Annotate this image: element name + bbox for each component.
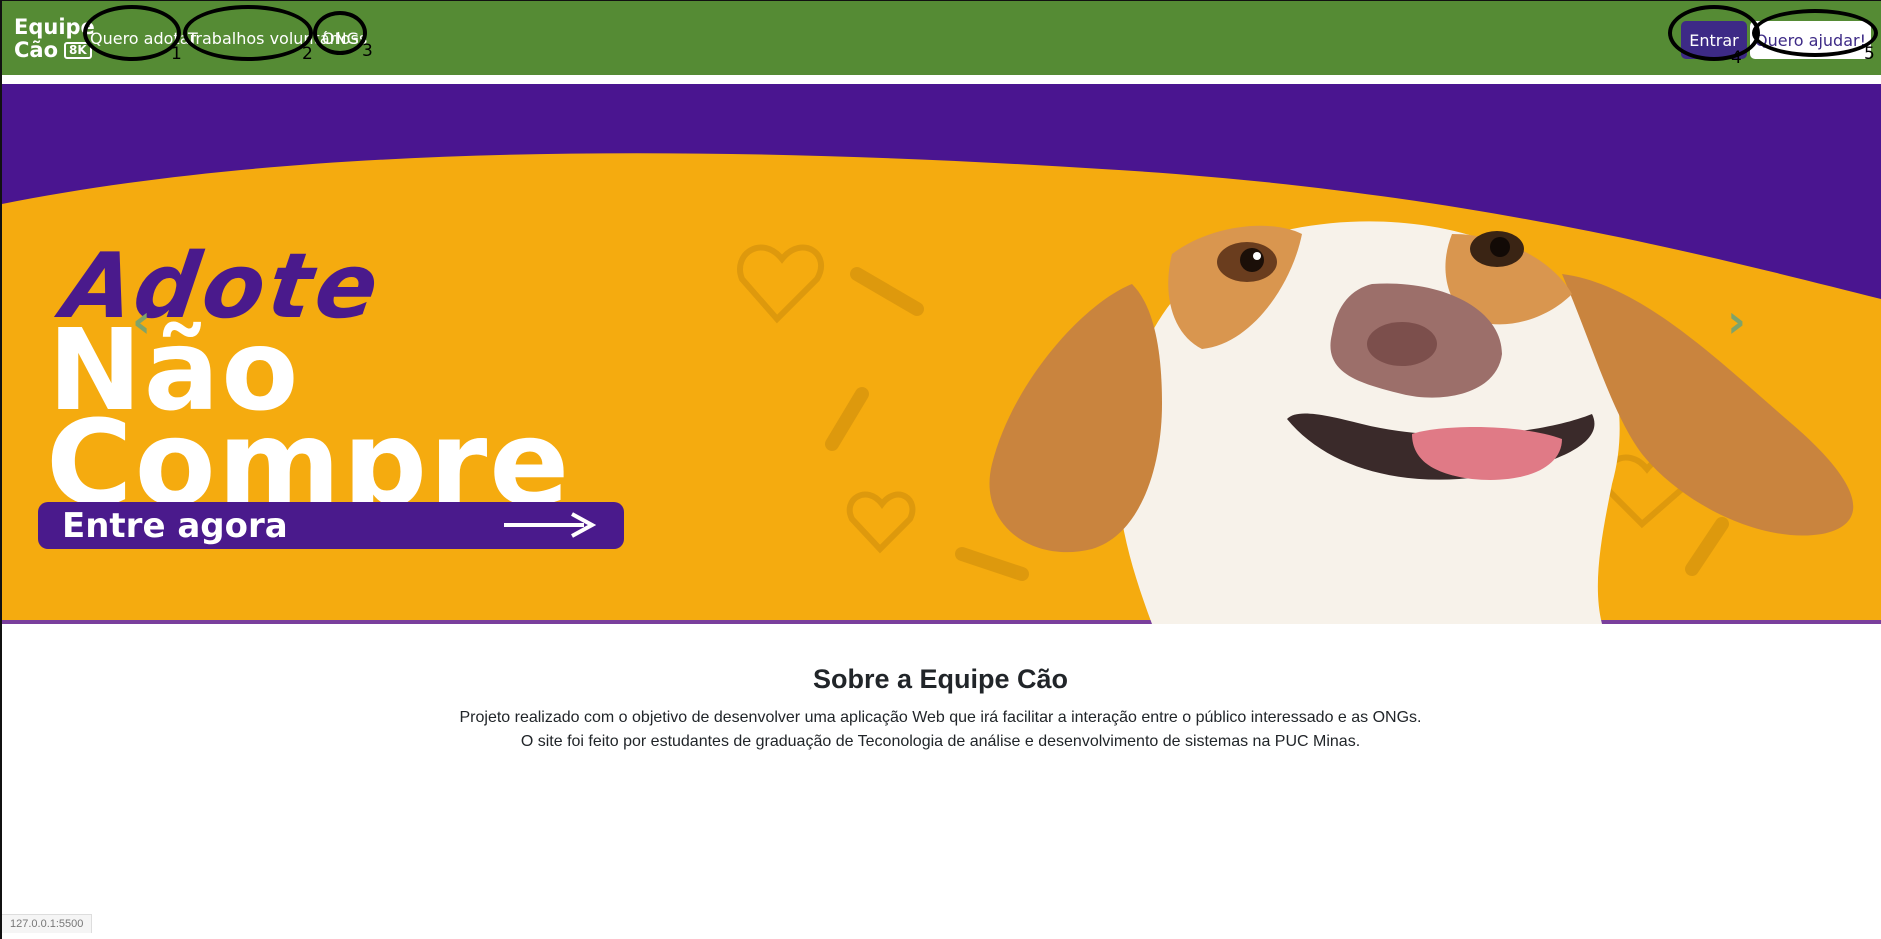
about-description-line2: O site foi feito por estudantes de gradu… [520,733,1361,750]
annotation-number-4: 4 [1731,48,1742,68]
brand-line2: Cão [14,38,59,62]
carousel-next-icon[interactable]: › [1727,294,1746,348]
arrow-right-icon [504,512,596,538]
about-description-line1: Projeto realizado com o objetivo de dese… [459,709,1422,726]
annotation-ellipse-5 [1752,9,1878,57]
annotation-number-1: 1 [171,44,182,64]
annotation-ellipse-4 [1668,5,1760,61]
annotation-number-5: 5 [1864,44,1875,64]
status-bar-url: 127.0.0.1:5500 [2,914,93,933]
about-title: Sobre a Equipe Cão [812,664,1069,694]
enter-now-banner-button[interactable]: Entre agora [38,502,624,549]
hero-carousel[interactable]: Adote Não Compre Entre agora ‹ › [2,84,1881,624]
annotation-ellipse-2 [183,5,313,61]
navbar: Equipe Cão 8K Quero adotar Trabalhos vol… [2,1,1881,75]
brand-logo[interactable]: Equipe Cão 8K [14,16,95,62]
annotation-number-2: 2 [302,44,313,64]
annotation-ellipse-1 [83,5,181,61]
annotation-ellipse-3 [313,11,367,55]
enter-now-label: Entre agora [62,505,288,546]
annotation-number-3: 3 [362,41,373,61]
carousel-prev-icon[interactable]: ‹ [132,294,151,348]
